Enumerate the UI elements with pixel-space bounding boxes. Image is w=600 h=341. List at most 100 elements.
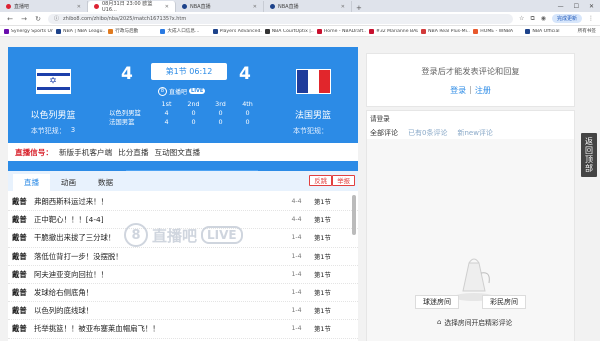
site-favicon-icon [94,4,99,9]
site-info-icon[interactable]: ⓘ [54,15,59,22]
home-room-icon: ⌂ [437,318,442,326]
live-text-row: 戴普 落低位背打一步！没摆脱！ 1-4 第1节 [8,248,358,266]
bookmark-item[interactable]: 大成人口信息... [160,28,209,34]
row-message: 以色列的底线球！ [34,306,94,316]
israel-flag-icon: ✡ [35,69,71,94]
row-author: 戴普 [12,233,27,243]
row-author: 戴普 [12,269,27,279]
row-score: 1-4 [291,307,302,315]
back-to-top-button[interactable]: 返 回 顶 部 [581,133,597,177]
row-period: 第1节 [314,234,331,243]
bookmark-favicon-icon [56,28,62,34]
extensions-icon[interactable]: ⧉ [530,15,534,23]
maximize-icon[interactable]: ☐ [574,3,579,10]
tab-all-comments[interactable]: 全部评论 [370,128,398,138]
quarter-score-table: 1st 2nd 3rd 4th 以色列男篮 4 0 0 0 法国男篮 4 0 0… [109,99,269,127]
row-score: 1-4 [291,252,302,260]
report-button[interactable]: 举报 [332,175,355,186]
tab-live[interactable]: 直播 [13,174,50,191]
home-team-name[interactable]: 以色列男篮 [30,108,75,121]
close-tab-icon[interactable]: ✕ [77,4,81,10]
row-period: 第1节 [314,198,331,207]
profile-icon[interactable]: ◉ [541,15,546,22]
live-text-row: 戴普 以色列的底线球！ 1-4 第1节 [8,302,358,321]
bookmark-item[interactable]: Players Advanced... [212,28,262,34]
choose-room-hint: ⌂ 选择房间开启精彩评论 [437,318,513,327]
bookmark-favicon-icon [525,28,531,34]
tab-comment-count[interactable]: 已有0条评论 [408,128,447,138]
live-text-rows: 戴普 弗朗西斯科运过来！！ 4-4 第1节 戴普 正中靶心！！！[4-4] 4-4 第1节 戴普… [8,193,358,341]
row-author: 戴普 [12,251,27,261]
bookmark-favicon-icon [421,28,427,34]
bookmark-item[interactable]: Home - NBADraft... [316,28,366,34]
row-score: 1-4 [291,270,302,278]
update-button[interactable]: 完成更新 [551,14,582,23]
comments-panel: 请登录 全部评论 已有0条评论 新new评论 球迷房间 彩民房间 ⌂ 选择房间开… [366,110,575,341]
bookmark-favicon-icon [473,28,479,34]
browser-tab[interactable]: NBA直播 ✕ [176,1,264,12]
zhibo8-watermark: 8 直播吧 LIVE [124,223,243,247]
tab-data[interactable]: 数据 [87,174,124,191]
bookmark-item[interactable]: #32 Marianne BAD... [368,28,418,34]
bookmark-item[interactable]: 行政与后勤 [108,28,157,34]
bookmark-favicon-icon [368,28,374,34]
row-message: 阿夫迪亚变向回拉！！ [34,269,108,279]
row-message: 落低位背打一步！没摆脱！ [34,251,123,261]
signal-link-score[interactable]: 比分直播 [118,147,148,158]
close-tab-icon[interactable]: ✕ [341,4,345,10]
lottery-room-button[interactable]: 彩民房间 [482,295,526,309]
close-tab-icon[interactable]: ✕ [165,4,169,10]
live-text-row: 戴普 弗朗西斯科运过来！！ 4-4 第1节 [8,193,358,212]
menu-icon[interactable]: ⋮ [588,15,594,22]
signal-link-mobile[interactable]: 新版手机客户端 [59,147,112,158]
live-text-row: 戴普 发球给右侧底角！ 1-4 第1节 [8,284,358,303]
home-quarter-row: 以色列男篮 4 0 0 0 [109,108,250,118]
away-quarter-row: 法国男篮 4 0 0 0 [109,117,250,127]
row-author: 戴普 [12,215,27,225]
login-link[interactable]: 登录 [450,85,466,96]
bookmark-favicon-icon [316,28,322,34]
bookmark-favicon-icon [108,28,114,34]
reload-icon[interactable]: ↻ [34,15,42,23]
row-score: 4-4 [291,216,302,224]
bookmark-favicon-icon [212,28,218,34]
report-jump-button[interactable]: 反跳 [309,175,332,186]
register-link[interactable]: 注册 [475,85,491,96]
bookmark-item[interactable]: NBA | NBA Leagu... [56,28,105,34]
row-period: 第1节 [314,289,331,298]
browser-tab[interactable]: NBA直播 ✕ [264,1,352,12]
fan-room-button[interactable]: 球迷房间 [415,295,459,309]
browser-tab-active[interactable]: 08月31日 23:00 欧篮U16... ✕ [88,1,176,13]
comments-empty-area [367,139,574,341]
close-window-icon[interactable]: ✕ [589,3,594,10]
bookmark-item[interactable]: NBA Official [525,28,574,34]
scrollbar[interactable] [352,195,356,235]
row-score: 1-4 [291,325,302,333]
tab-new-comments[interactable]: 新new评论 [457,128,492,138]
row-period: 第1节 [314,307,331,316]
bookmark-item[interactable]: NBA CourtOptix |... [264,28,314,34]
site-favicon-icon [182,4,187,9]
bookmark-star-icon[interactable]: ☆ [519,15,524,22]
close-tab-icon[interactable]: ✕ [253,4,257,10]
bookmark-item[interactable]: HOME - WNBA [473,28,522,34]
site-favicon-icon [6,4,11,9]
row-message: 弗朗西斯科运过来！！ [34,197,108,207]
period-clock: 第1节 06:12 [151,63,227,80]
all-bookmarks-folder[interactable]: 所有书签 [578,28,596,34]
window-controls: — ☐ ✕ [558,0,600,12]
tab-animation[interactable]: 动画 [50,174,87,191]
france-flag-icon [295,69,331,94]
bookmark-item[interactable]: Synergy Sports Un... [4,28,53,34]
bookmark-item[interactable]: NBA Real Plus-Mi... [421,28,470,34]
url-field[interactable]: ⓘ zhibo8.com/zhibo/nba/2025/match167135?x… [48,13,514,24]
new-tab-icon[interactable]: + [352,4,366,12]
forward-icon[interactable]: → [20,15,28,23]
minimize-icon[interactable]: — [558,3,564,10]
away-team-name[interactable]: 法国男篮 [295,108,331,121]
back-icon[interactable]: ← [6,15,14,23]
signal-link-text[interactable]: 互动图文直播 [155,147,201,158]
browser-tab[interactable]: 直播吧 ✕ [0,1,88,12]
site-favicon-icon [270,4,275,9]
live-signal-bar: 直播信号： 新版手机客户端 比分直播 互动图文直播 [8,143,358,161]
